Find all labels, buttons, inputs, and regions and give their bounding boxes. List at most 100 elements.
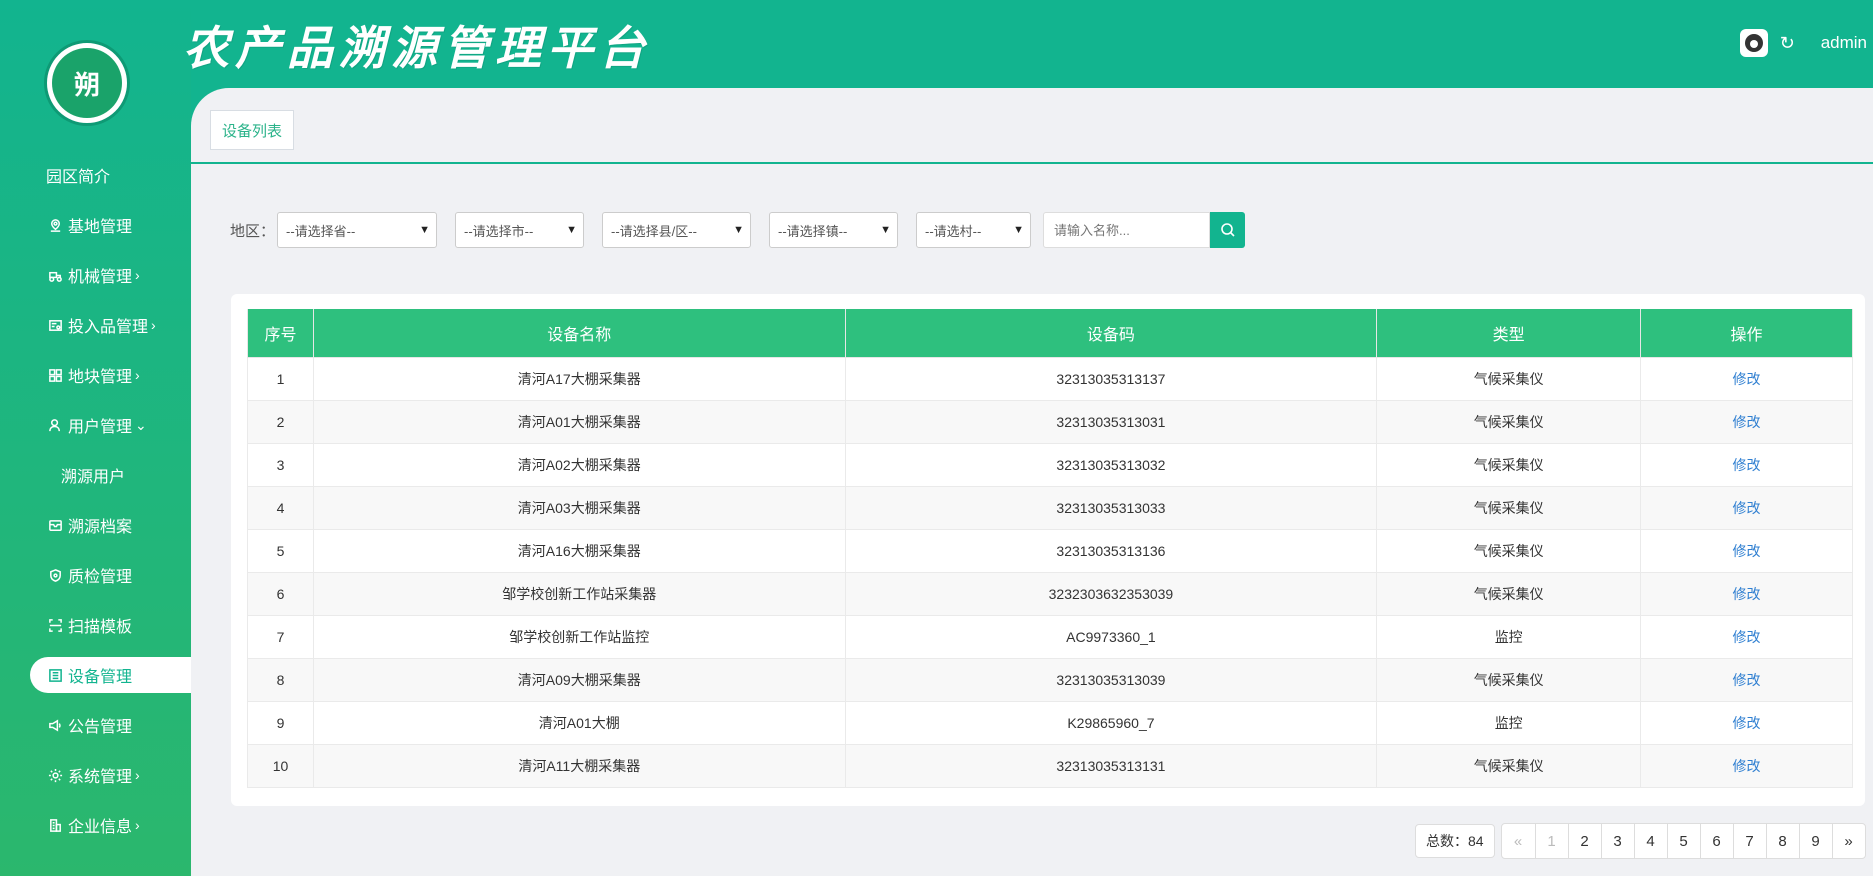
cell-no: 1: [247, 356, 314, 401]
table-row: 3 清河A02大棚采集器 32313035313032 气候采集仪 修改: [247, 442, 1853, 487]
tab-device-list[interactable]: 设备列表: [210, 110, 295, 150]
sidebar-item-plots[interactable]: 地块管理 ›: [0, 350, 191, 400]
sidebar-item-base[interactable]: 基地管理: [0, 200, 191, 250]
cell-no: 5: [247, 528, 314, 573]
table-row: 1 清河A17大棚采集器 32313035313137 气候采集仪 修改: [247, 356, 1853, 401]
table-header-row: 序号 设备名称 设备码 类型 操作: [247, 309, 1853, 358]
chevron-right-icon: ›: [135, 267, 140, 283]
edit-link[interactable]: 修改: [1733, 414, 1761, 430]
sidebar-item-label: 溯源用户: [61, 469, 126, 486]
table-row: 10 清河A11大棚采集器 32313035313131 气候采集仪 修改: [247, 743, 1853, 788]
username[interactable]: admin: [1821, 33, 1867, 53]
county-select[interactable]: --请选择县/区-- ▼: [602, 212, 752, 248]
cell-type: 气候采集仪: [1376, 399, 1642, 444]
page-button-2[interactable]: 2: [1567, 824, 1601, 858]
cell-type: 气候采集仪: [1376, 571, 1642, 616]
prev-page-button[interactable]: «: [1502, 824, 1535, 858]
edit-link[interactable]: 修改: [1733, 758, 1761, 774]
chevron-right-icon: ›: [151, 317, 156, 333]
col-header-type: 类型: [1376, 309, 1642, 358]
sidebar-item-label: 设备管理: [68, 669, 133, 686]
sidebar-item-users[interactable]: 用户管理 ⌄: [0, 400, 191, 450]
page-button-3[interactable]: 3: [1600, 824, 1634, 858]
edit-link[interactable]: 修改: [1733, 371, 1761, 387]
page-button-5[interactable]: 5: [1666, 824, 1700, 858]
sidebar-item-quality[interactable]: 质检管理: [0, 550, 191, 600]
county-select-value: --请选择县/区--: [611, 223, 697, 239]
sidebar-item-label: 公告管理: [68, 719, 133, 736]
cell-code: 32313035313039: [844, 657, 1378, 702]
province-select[interactable]: --请选择省-- ▼: [277, 212, 438, 248]
chevron-down-icon: ▼: [1013, 224, 1025, 236]
edit-link[interactable]: 修改: [1733, 457, 1761, 473]
col-header-code: 设备码: [844, 309, 1378, 358]
cell-no: 3: [247, 442, 314, 487]
sidebar-item-trace-archive[interactable]: 溯源档案: [0, 500, 191, 550]
cell-code: 3232303632353039: [844, 571, 1378, 616]
search-button[interactable]: [1210, 212, 1246, 248]
page-button-1[interactable]: 1: [1534, 824, 1568, 858]
sidebar-item-label: 基地管理: [68, 219, 133, 236]
edit-link[interactable]: 修改: [1733, 543, 1761, 559]
cell-name: 清河A11大棚采集器: [312, 743, 846, 788]
scan-icon: [46, 617, 64, 633]
sidebar-nav: 园区简介 基地管理 机械管理 › 投入品管理 › 地块管理 › 用户管理 ⌄ 溯…: [0, 150, 191, 850]
table-row: 5 清河A16大棚采集器 32313035313136 气候采集仪 修改: [247, 528, 1853, 573]
edit-link[interactable]: 修改: [1733, 672, 1761, 688]
cell-code: 32313035313136: [844, 528, 1378, 573]
edit-link[interactable]: 修改: [1733, 500, 1761, 516]
cell-action: 修改: [1640, 657, 1853, 702]
cell-code: AC9973360_1: [844, 614, 1378, 659]
page-button-9[interactable]: 9: [1798, 824, 1832, 858]
village-select[interactable]: --请选村-- ▼: [916, 212, 1032, 248]
page-button-7[interactable]: 7: [1732, 824, 1766, 858]
device-table-card: 序号 设备名称 设备码 类型 操作 1 清河A17大棚采集器 32313035313…: [231, 294, 1865, 806]
cell-no: 6: [247, 571, 314, 616]
page-button-4[interactable]: 4: [1633, 824, 1667, 858]
grid-icon: [46, 367, 64, 383]
refresh-icon[interactable]: ↻: [1780, 33, 1795, 54]
cell-name: 清河A02大棚采集器: [312, 442, 846, 487]
avatar[interactable]: [1739, 29, 1768, 57]
next-page-button[interactable]: »: [1831, 824, 1865, 858]
cell-name: 清河A01大棚: [312, 700, 846, 745]
cell-name: 邹学校创新工作站采集器: [312, 571, 846, 616]
sidebar-item-system[interactable]: 系统管理 ›: [0, 750, 191, 800]
region-label: 地区：: [230, 222, 276, 240]
cell-no: 10: [247, 743, 314, 788]
cell-code: 32313035313033: [844, 485, 1378, 530]
filter-bar: 地区： --请选择省-- ▼ --请选择市-- ▼ --请选择县/区-- ▼ --请选…: [230, 212, 1246, 248]
sidebar-item-trace-users[interactable]: 溯源用户: [0, 450, 191, 500]
app-title: 农产品溯源管理平台: [183, 21, 651, 75]
col-header-name: 设备名称: [312, 309, 846, 358]
cell-action: 修改: [1640, 571, 1853, 616]
pagination: 总数：84 «1 2 3 4 5 6 7 8 9»: [1415, 823, 1866, 859]
table-row: 2 清河A01大棚采集器 32313035313031 气候采集仪 修改: [247, 399, 1853, 444]
sidebar-item-scan-template[interactable]: 扫描模板: [0, 600, 191, 650]
page-list: «1 2 3 4 5 6 7 8 9»: [1500, 823, 1866, 859]
sidebar-item-company[interactable]: 企业信息 ›: [0, 800, 191, 850]
edit-link[interactable]: 修改: [1733, 629, 1761, 645]
sidebar-item-inputs[interactable]: 投入品管理 ›: [0, 300, 191, 350]
city-select-value: --请选择市--: [464, 223, 534, 239]
search-icon: [1220, 223, 1235, 237]
city-select[interactable]: --请选择市-- ▼: [455, 212, 585, 248]
sidebar-item-announcements[interactable]: 公告管理: [0, 700, 191, 750]
cell-no: 7: [247, 614, 314, 659]
cell-type: 监控: [1376, 614, 1642, 659]
town-select[interactable]: --请选择镇-- ▼: [769, 212, 899, 248]
sidebar-item-machinery[interactable]: 机械管理 ›: [0, 250, 191, 300]
cell-name: 清河A03大棚采集器: [312, 485, 846, 530]
sidebar-item-park-intro[interactable]: 园区简介: [0, 150, 191, 200]
col-header-action: 操作: [1640, 309, 1853, 358]
edit-link[interactable]: 修改: [1733, 586, 1761, 602]
chevron-down-icon: ▼: [880, 224, 892, 236]
page-button-8[interactable]: 8: [1765, 824, 1799, 858]
cell-action: 修改: [1640, 700, 1853, 745]
table-row: 4 清河A03大棚采集器 32313035313033 气候采集仪 修改: [247, 485, 1853, 530]
search-input[interactable]: [1043, 212, 1211, 248]
cell-action: 修改: [1640, 528, 1853, 573]
page-button-6[interactable]: 6: [1699, 824, 1733, 858]
edit-link[interactable]: 修改: [1733, 715, 1761, 731]
sidebar-item-devices[interactable]: 设备管理: [30, 657, 191, 693]
